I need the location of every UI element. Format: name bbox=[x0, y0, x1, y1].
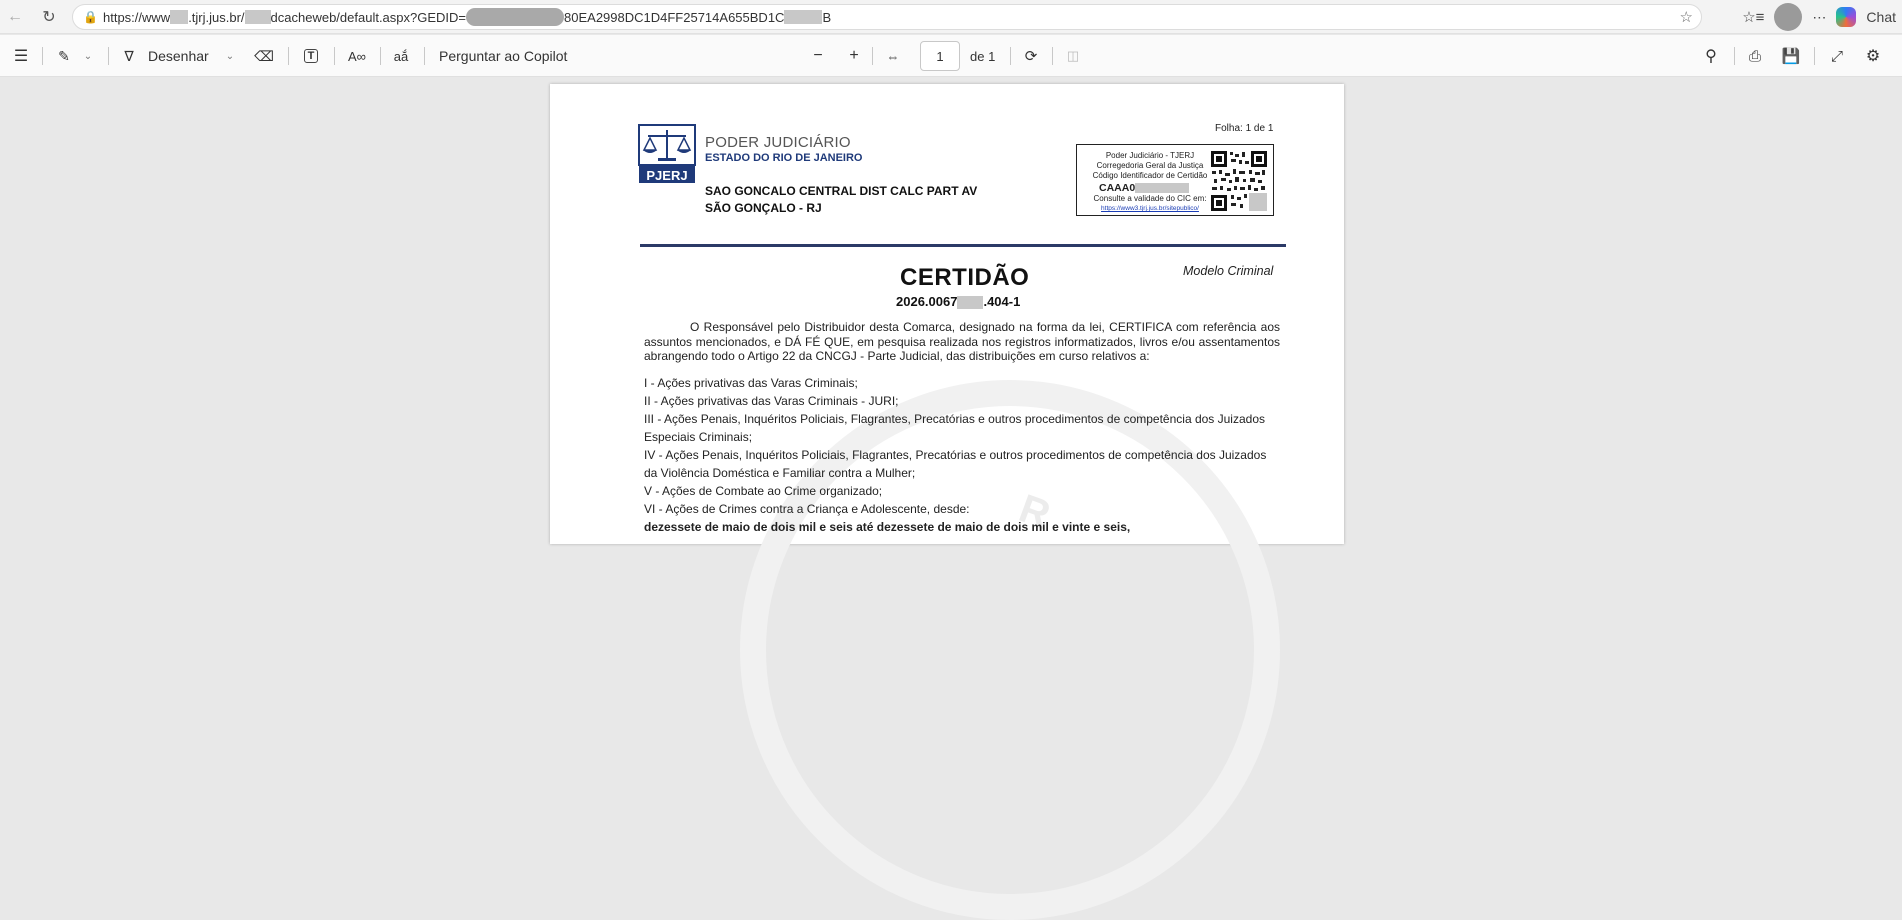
favorite-star-icon[interactable]: ☆ bbox=[1680, 8, 1693, 26]
zoom-in-icon[interactable]: + bbox=[844, 35, 864, 77]
divider bbox=[1010, 47, 1011, 65]
intro-paragraph: O Responsável pelo Distribuidor desta Co… bbox=[644, 320, 1280, 364]
certificate-title: CERTIDÃO bbox=[900, 264, 1030, 291]
divider bbox=[334, 47, 335, 65]
redacted-block bbox=[466, 8, 565, 26]
page-total: de 1 bbox=[970, 48, 996, 64]
refresh-icon[interactable]: ↻ bbox=[34, 2, 64, 32]
district-line-1: SAO GONCALO CENTRAL DIST CALC PART AV bbox=[705, 184, 978, 198]
more-options-icon[interactable]: ⋯ bbox=[1812, 9, 1826, 26]
lock-icon: 🔒 bbox=[83, 10, 98, 24]
save-icon[interactable]: 💾 bbox=[1780, 35, 1802, 77]
fullscreen-icon[interactable]: ⤢ bbox=[1826, 35, 1848, 77]
page-view-icon[interactable]: ◫ bbox=[1062, 35, 1084, 77]
redacted-block bbox=[170, 10, 189, 24]
url-part-2: .tjrj.jus.br/ bbox=[188, 9, 245, 25]
translate-icon[interactable]: aắ bbox=[390, 35, 412, 77]
back-icon[interactable]: ← bbox=[0, 2, 30, 32]
chevron-down-icon[interactable]: ⌄ bbox=[80, 35, 96, 77]
divider bbox=[1814, 47, 1815, 65]
url-part-1: https://www bbox=[103, 9, 171, 25]
validation-link[interactable]: https://www3.tjrj.jus.br/sitepublico/ bbox=[1085, 204, 1215, 214]
avatar[interactable] bbox=[1774, 3, 1803, 31]
model-label: Modelo Criminal bbox=[1183, 264, 1274, 278]
list-item: IV - Ações Penais, Inquéritos Policiais,… bbox=[644, 448, 1267, 462]
redacted-block bbox=[957, 296, 984, 310]
ask-copilot-button[interactable]: Perguntar ao Copilot bbox=[439, 35, 567, 77]
pdf-toolbar: ☰ ✎ ⌄ ∇ Desenhar ⌄ ⌫ T A∞ aắ Perguntar a… bbox=[0, 35, 1902, 77]
print-icon[interactable]: ⎙ bbox=[1744, 35, 1766, 77]
browser-top-bar: ← ↻ 🔒 https://www .tjrj.jus.br/dcacheweb/… bbox=[0, 0, 1902, 34]
cert-line: Corregedoria Geral da Justiça bbox=[1096, 161, 1204, 170]
cert-line: Poder Judiciário - TJERJ bbox=[1105, 151, 1195, 160]
eraser-icon[interactable]: ⌫ bbox=[254, 35, 274, 77]
divider bbox=[288, 47, 289, 65]
draw-button[interactable]: Desenhar bbox=[148, 35, 209, 77]
divider bbox=[1052, 47, 1053, 65]
settings-gear-icon[interactable]: ⚙ bbox=[1862, 35, 1884, 77]
rotate-icon[interactable]: ⟳ bbox=[1020, 35, 1042, 77]
divider bbox=[108, 47, 109, 65]
qr-code bbox=[1211, 151, 1267, 211]
list-item: Especiais Criminais; bbox=[644, 430, 753, 444]
pjerj-seal-logo: PJERJ bbox=[638, 124, 696, 183]
contents-icon[interactable]: ☰ bbox=[10, 35, 32, 77]
divider bbox=[424, 47, 425, 65]
date-range: dezessete de maio de dois mil e seis até… bbox=[644, 520, 1131, 534]
favorites-icon[interactable]: ☆≡ bbox=[1742, 8, 1764, 26]
url-part-5: B bbox=[822, 9, 832, 25]
cert-number-suffix: .404-1 bbox=[983, 294, 1021, 309]
url-part-3: dcacheweb/default.aspx?GEDID= bbox=[270, 9, 467, 25]
chat-label[interactable]: Chat bbox=[1866, 9, 1896, 25]
org-subtitle: ESTADO DO RIO DE JANEIRO bbox=[705, 152, 863, 164]
divider bbox=[1734, 47, 1735, 65]
org-title: PODER JUDICIÁRIO bbox=[705, 134, 851, 151]
cert-code-text: CAAA0 bbox=[1099, 182, 1136, 194]
address-bar[interactable]: 🔒 https://www .tjrj.jus.br/dcacheweb/defa… bbox=[72, 4, 1702, 30]
search-icon[interactable]: ⚲ bbox=[1700, 35, 1722, 77]
redacted-block bbox=[784, 10, 823, 24]
redacted-block bbox=[244, 10, 271, 24]
zoom-out-icon[interactable]: − bbox=[808, 35, 828, 77]
certificate-number: 2026.0067 .404-1 bbox=[896, 294, 1021, 310]
fit-width-icon[interactable]: ⇔ bbox=[882, 35, 904, 77]
header-divider bbox=[640, 244, 1286, 247]
list-item: III - Ações Penais, Inquéritos Policiais… bbox=[644, 412, 1265, 426]
list-item: II - Ações privativas das Varas Criminai… bbox=[644, 394, 899, 408]
cert-line: Código Identificador de Certidão bbox=[1092, 171, 1208, 180]
draw-icon[interactable]: ∇ bbox=[120, 35, 138, 77]
chevron-down-icon[interactable]: ⌄ bbox=[222, 35, 238, 77]
certificate-code: CAAA0 bbox=[1085, 183, 1215, 193]
cert-line: Consulte a validade do CIC em: bbox=[1093, 194, 1207, 204]
redacted-block bbox=[1135, 183, 1190, 194]
browser-top-right: ☆≡ ⋯ Chat bbox=[1742, 0, 1902, 34]
district-line-2: SÃO GONÇALO - RJ bbox=[705, 201, 822, 215]
district-block: SAO GONCALO CENTRAL DIST CALC PART AV SÃ… bbox=[705, 183, 977, 217]
certificate-text: Poder Judiciário - TJERJ Corregedoria Ge… bbox=[1085, 151, 1215, 214]
highlight-icon[interactable]: ✎ bbox=[54, 35, 74, 77]
url-part-4: 80EA2998DC1D4FF25714A655BD1C bbox=[564, 9, 785, 25]
list-item: da Violência Doméstica e Familiar contra… bbox=[644, 466, 916, 480]
intro-text: O Responsável pelo Distribuidor desta Co… bbox=[644, 320, 1280, 363]
scope-list: I - Ações privativas das Varas Criminais… bbox=[644, 374, 1284, 536]
cert-number-prefix: 2026.0067 bbox=[896, 294, 958, 309]
copilot-icon[interactable] bbox=[1836, 7, 1857, 27]
text-box-icon[interactable]: T bbox=[300, 35, 322, 77]
page-number-field[interactable]: 1 bbox=[920, 35, 960, 77]
page-input[interactable]: 1 bbox=[920, 41, 960, 71]
certificate-id-box: Poder Judiciário - TJERJ Corregedoria Ge… bbox=[1076, 144, 1274, 216]
list-item: I - Ações privativas das Varas Criminais… bbox=[644, 376, 858, 390]
list-item: V - Ações de Combate ao Crime organizado… bbox=[644, 484, 883, 498]
read-aloud-icon[interactable]: A∞ bbox=[346, 35, 368, 77]
divider bbox=[872, 47, 873, 65]
divider bbox=[380, 47, 381, 65]
folha-label: Folha: 1 de 1 bbox=[1215, 123, 1274, 134]
divider bbox=[42, 47, 43, 65]
list-item: VI - Ações de Crimes contra a Criança e … bbox=[644, 502, 970, 516]
seal-text: PJERJ bbox=[646, 168, 687, 183]
